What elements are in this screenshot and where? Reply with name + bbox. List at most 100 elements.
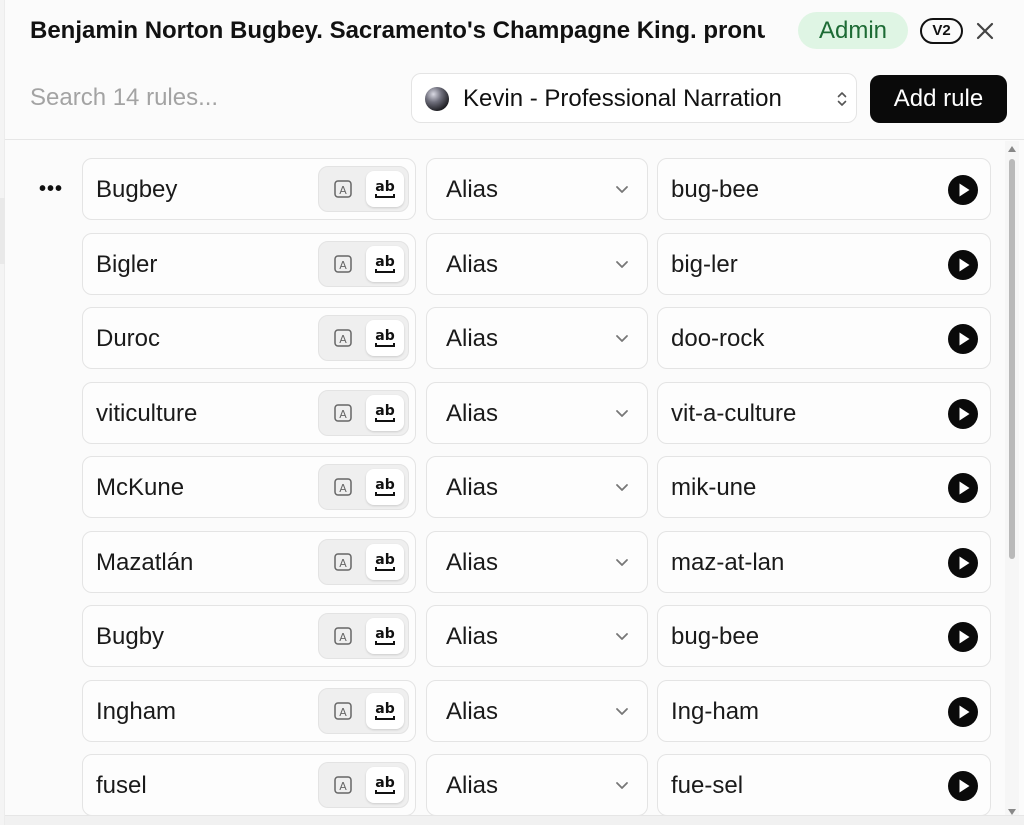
rule-term-field[interactable]: Bugby A ab [82,605,416,667]
ab-underline-icon: ab [375,179,395,198]
case-sensitive-option[interactable]: A [325,321,361,355]
rule-type-select[interactable]: Alias [426,307,648,369]
case-insensitive-option[interactable]: ab [366,693,404,729]
rule-alias-text: doo-rock [671,325,765,352]
rule-alias-field[interactable]: bug-bee [657,158,991,220]
case-sensitive-option[interactable]: A [325,396,361,430]
rule-type-select[interactable]: Alias [426,158,648,220]
play-button[interactable] [947,621,979,653]
svg-text:A: A [339,408,347,421]
close-icon [976,22,994,40]
case-toggle: A ab [318,241,409,287]
rule-alias-field[interactable]: doo-rock [657,307,991,369]
case-insensitive-option[interactable]: ab [366,618,404,654]
case-toggle: A ab [318,166,409,212]
case-insensitive-option[interactable]: ab [366,395,404,431]
rule-type-select[interactable]: Alias [426,456,648,518]
rule-row: fusel A ab Alias fue-sel [5,754,1005,816]
play-circle-icon [948,399,978,429]
case-sensitive-option[interactable]: A [325,247,361,281]
rule-type-label: Alias [446,549,499,576]
rule-type-select[interactable]: Alias [426,605,648,667]
rule-type-select[interactable]: Alias [426,531,648,593]
voice-select[interactable]: Kevin - Professional Narration [411,73,857,123]
case-insensitive-option[interactable]: ab [366,320,404,356]
play-circle-icon [948,324,978,354]
panel-bottom-edge [5,815,1024,825]
rule-term-field[interactable]: Mazatlán A ab [82,531,416,593]
rule-alias-field[interactable]: bug-bee [657,605,991,667]
rule-alias-text: mik-une [671,474,757,501]
rule-more-button[interactable]: ••• [36,175,66,203]
play-button[interactable] [947,323,979,355]
rule-alias-field[interactable]: mik-une [657,456,991,518]
svg-text:A: A [339,482,347,495]
rule-term-field[interactable]: McKune A ab [82,456,416,518]
scroll-up-arrow-icon[interactable] [1008,146,1016,152]
case-insensitive-option[interactable]: ab [366,469,404,505]
play-button[interactable] [947,398,979,430]
letter-a-box-icon: A [334,255,352,273]
rule-row: Bugby A ab Alias bug-bee [5,605,1005,667]
case-insensitive-option[interactable]: ab [366,767,404,803]
rule-type-label: Alias [446,176,499,203]
vertical-scrollbar[interactable] [1005,141,1019,825]
case-sensitive-option[interactable]: A [325,619,361,653]
svg-text:A: A [339,184,347,197]
rule-term-field[interactable]: Bugbey A ab [82,158,416,220]
case-toggle: A ab [318,464,409,510]
rule-term-field[interactable]: Duroc A ab [82,307,416,369]
rule-alias-field[interactable]: maz-at-lan [657,531,991,593]
play-circle-icon [948,250,978,280]
rule-alias-text: vit-a-culture [671,400,797,427]
rule-alias-field[interactable]: vit-a-culture [657,382,991,444]
search-input[interactable] [30,80,400,116]
svg-text:ab: ab [375,701,394,717]
close-button[interactable] [970,16,1000,46]
chevron-down-icon [616,484,628,491]
rule-alias-field[interactable]: Ing-ham [657,680,991,742]
rule-type-label: Alias [446,623,499,650]
play-button[interactable] [947,770,979,802]
case-insensitive-option[interactable]: ab [366,544,404,580]
case-sensitive-option[interactable]: A [325,172,361,206]
rule-term-field[interactable]: fusel A ab [82,754,416,816]
case-sensitive-option[interactable]: A [325,694,361,728]
case-sensitive-option[interactable]: A [325,768,361,802]
rule-type-select[interactable]: Alias [426,754,648,816]
case-sensitive-option[interactable]: A [325,470,361,504]
play-button[interactable] [947,547,979,579]
rule-alias-text: big-ler [671,251,738,278]
rule-term-field[interactable]: viticulture A ab [82,382,416,444]
play-button[interactable] [947,174,979,206]
case-insensitive-option[interactable]: ab [366,171,404,207]
rule-term-field[interactable]: Ingham A ab [82,680,416,742]
case-toggle: A ab [318,613,409,659]
rule-term-text: Mazatlán [96,549,194,576]
scrollbar-thumb[interactable] [1009,159,1015,559]
rule-term-field[interactable]: Bigler A ab [82,233,416,295]
svg-text:ab: ab [375,626,394,642]
rule-row: viticulture A ab Alias vit-a-culture [5,382,1005,444]
svg-text:A: A [339,557,347,570]
rule-type-select[interactable]: Alias [426,382,648,444]
svg-text:ab: ab [375,328,394,344]
rule-row: McKune A ab Alias mik-une [5,456,1005,518]
letter-a-box-icon: A [334,404,352,422]
play-button[interactable] [947,696,979,728]
chevron-down-icon [616,186,628,193]
rule-alias-field[interactable]: big-ler [657,233,991,295]
case-sensitive-option[interactable]: A [325,545,361,579]
rule-type-select[interactable]: Alias [426,233,648,295]
rule-row: Duroc A ab Alias doo-rock [5,307,1005,369]
rule-type-select[interactable]: Alias [426,680,648,742]
case-insensitive-option[interactable]: ab [366,246,404,282]
ab-underline-icon: ab [375,254,395,273]
play-button[interactable] [947,249,979,281]
letter-a-box-icon: A [334,702,352,720]
svg-text:ab: ab [375,403,394,419]
rule-alias-field[interactable]: fue-sel [657,754,991,816]
play-button[interactable] [947,472,979,504]
case-toggle: A ab [318,390,409,436]
add-rule-button[interactable]: Add rule [870,75,1007,123]
